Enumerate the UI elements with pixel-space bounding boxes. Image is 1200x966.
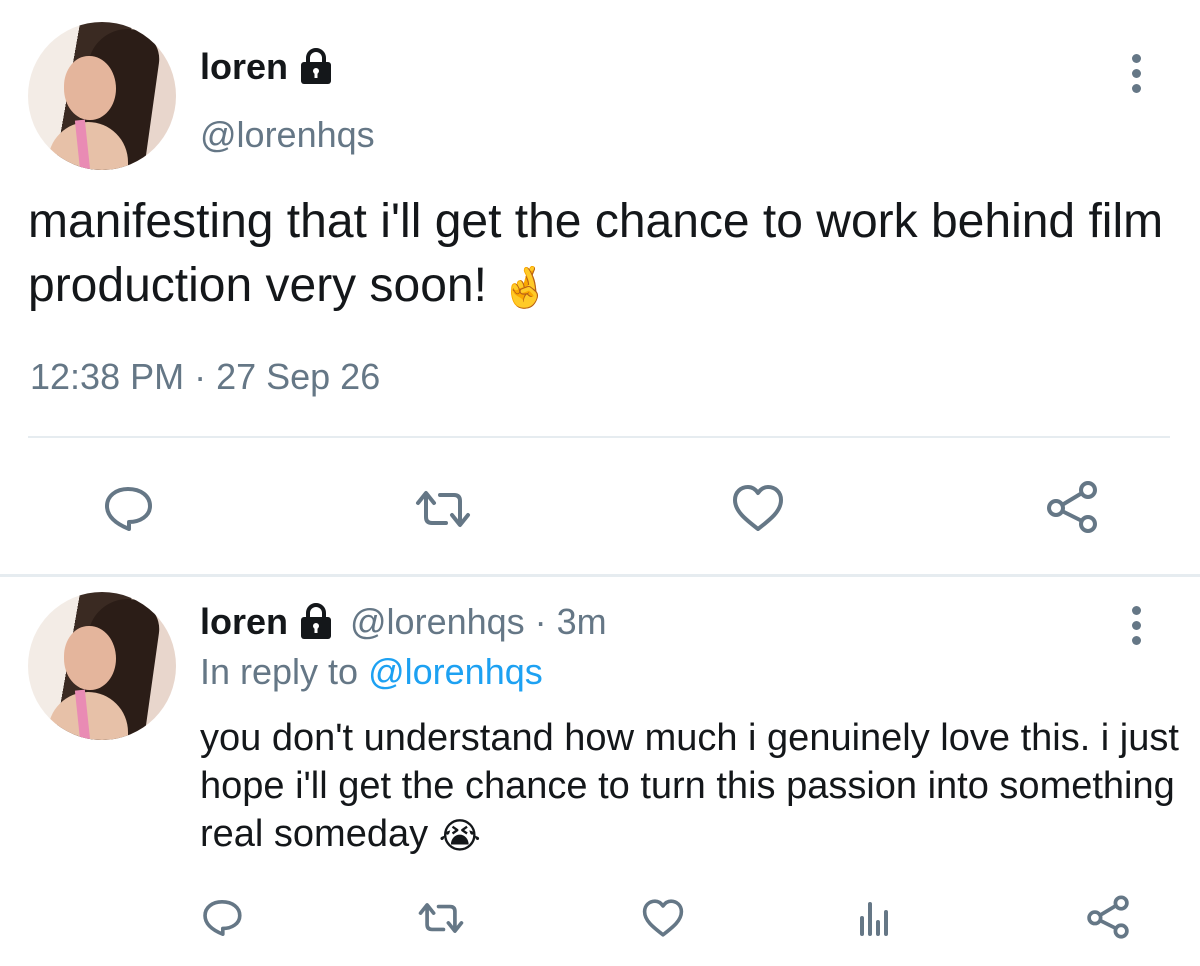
author-name-row[interactable]: loren [200, 46, 336, 88]
reply-text: you don't understand how much i genuinel… [200, 717, 1179, 855]
in-reply-to: In reply to @lorenhqs [200, 651, 543, 693]
reply-share-button[interactable] [1084, 892, 1132, 942]
like-button[interactable] [730, 482, 786, 534]
heart-icon [642, 899, 684, 937]
reply-retweet-button[interactable] [414, 896, 468, 940]
reply-analytics-button[interactable] [854, 896, 894, 940]
crossed-fingers-emoji: 🤞 [500, 266, 551, 311]
analytics-icon [860, 902, 888, 936]
retweet-button[interactable] [410, 484, 476, 534]
reply-header: loren @lorenhqs · 3m [200, 601, 607, 643]
reply-like-button[interactable] [640, 896, 686, 940]
reply-button[interactable] [100, 484, 156, 534]
divider [28, 436, 1170, 438]
more-vertical-icon[interactable] [1130, 54, 1142, 93]
reply-icon [105, 487, 152, 531]
reply-more-vertical-icon[interactable] [1130, 606, 1142, 645]
reply-icon [203, 900, 242, 936]
tweet-text: manifesting that i'll get the chance to … [28, 195, 1164, 312]
avatar[interactable] [28, 22, 176, 170]
share-button[interactable] [1044, 478, 1100, 536]
display-name[interactable]: loren [200, 46, 288, 88]
reply-display-name[interactable]: loren [200, 601, 288, 643]
tweet-timestamp[interactable]: 12:38 PM · 27 Sep 26 [30, 356, 380, 398]
lock-icon [296, 47, 336, 87]
lock-icon [296, 602, 336, 642]
tweet-body: manifesting that i'll get the chance to … [28, 190, 1193, 320]
share-icon [1047, 481, 1097, 533]
author-handle[interactable]: @lorenhqs [200, 114, 375, 156]
share-icon [1087, 895, 1129, 939]
reply-reply-button[interactable] [200, 896, 244, 940]
in-reply-prefix: In reply to [200, 651, 369, 692]
heart-icon [733, 485, 783, 531]
retweet-icon [416, 491, 470, 527]
reply-handle-time[interactable]: @lorenhqs · 3m [350, 601, 607, 643]
retweet-icon [418, 903, 464, 933]
reply-avatar[interactable] [28, 592, 176, 740]
section-divider [0, 574, 1200, 577]
in-reply-handle[interactable]: @lorenhqs [368, 651, 543, 692]
reply-body: you don't understand how much i genuinel… [200, 714, 1190, 860]
crying-face-emoji: 😭 [438, 814, 481, 856]
